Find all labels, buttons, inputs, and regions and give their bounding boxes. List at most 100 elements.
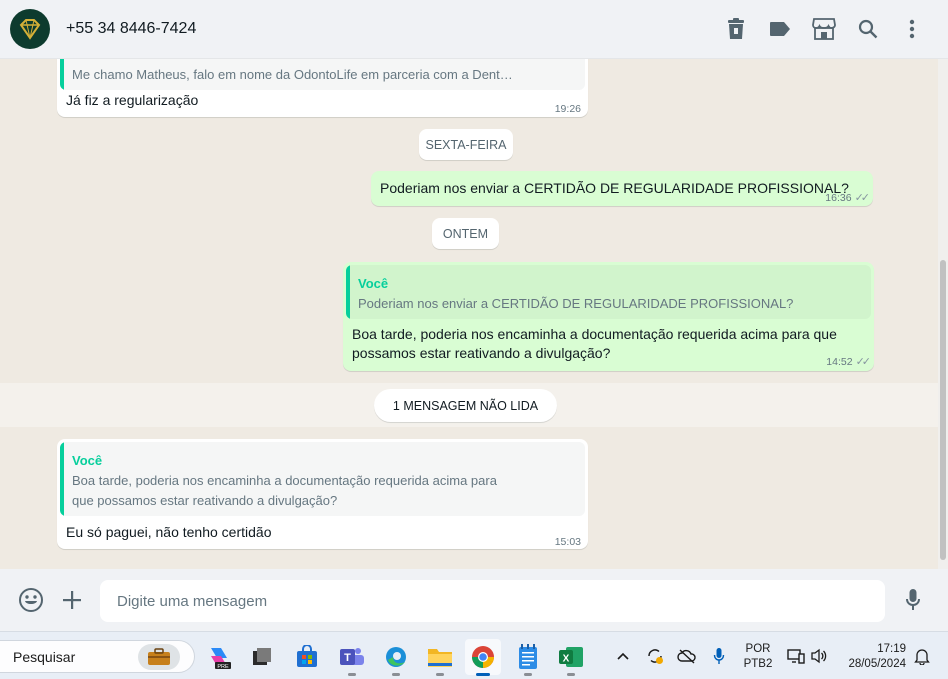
copilot-icon: PRE [211,648,231,670]
taskbar-excel[interactable]: X [553,639,589,676]
contact-name[interactable]: +55 34 8446-7424 [66,20,196,38]
quote-text-line1: Boa tarde, poderia nos encaminha a docum… [72,473,497,488]
taskbar-store[interactable] [289,639,325,675]
message-composer [0,569,948,631]
briefcase-icon [148,648,170,665]
message-text: Já fiz a regularização [66,92,199,108]
quote-author: Você [72,453,103,468]
clock-time: 17:19 [877,643,906,655]
trash-icon [728,18,744,39]
date-divider: SEXTA-FEIRA [419,129,513,160]
keyboard-language[interactable]: POR PTB2 [743,642,773,672]
search-button[interactable] [846,9,890,49]
edge-icon [386,647,406,667]
cloud-offline-icon[interactable] [677,646,697,666]
task-view-icon [253,648,271,665]
attach-button[interactable] [58,586,86,614]
keyboard-layout: PTB2 [743,658,773,670]
store-icon [812,18,836,40]
menu-icon [909,19,915,39]
message-time: 14:52 [826,356,853,368]
message-outgoing[interactable]: Você Poderiam nos enviar a CERTIDÃO DE R… [343,262,874,371]
message-time: 16:36 [825,192,852,204]
label-button[interactable] [758,9,802,49]
double-check-icon: ✓✓ [855,356,872,368]
svg-text:X: X [563,654,570,665]
quote-author: Você [358,276,389,291]
taskbar-search[interactable]: Pesquisar [0,640,195,673]
message-text: Poderiam nos enviar a CERTIDÃO DE REGULA… [380,180,849,196]
running-indicator [567,673,575,676]
taskbar-teams[interactable]: T [334,639,370,676]
delete-button[interactable] [714,9,758,49]
windows-taskbar: Pesquisar PRE T X POR PTB2 17:19 28/05/2… [0,631,948,679]
voice-message-button[interactable] [899,586,927,614]
message-time: 15:03 [554,536,581,548]
taskbar-notepad[interactable] [510,639,546,676]
message-outgoing[interactable]: Poderiam nos enviar a CERTIDÃO DE REGULA… [371,171,873,206]
message-text-line2: possamos estar reativando a divulgação? [352,345,611,361]
microphone-tray-icon[interactable] [709,646,729,666]
emoji-button[interactable] [17,586,45,614]
quoted-message[interactable]: Você Poderiam nos enviar a CERTIDÃO DE R… [346,265,871,319]
taskbar-copilot[interactable]: PRE [201,639,237,675]
menu-button[interactable] [890,9,934,49]
taskbar-task-view[interactable] [244,639,280,675]
message-text-line1: Boa tarde, poderia nos encaminha a docum… [352,326,837,342]
chat-scroll-thumb[interactable] [940,260,946,560]
header-actions [714,9,934,49]
microphone-icon [906,589,920,610]
active-indicator [476,673,490,676]
message-input[interactable] [100,580,885,622]
quote-accent-bar [60,59,64,90]
emoji-icon [19,588,43,612]
unread-messages-badge: 1 MENSAGEM NÃO LIDA [374,389,557,422]
running-indicator [436,673,444,676]
language-code: POR [745,643,771,655]
running-indicator [348,673,356,676]
notification-bell-icon[interactable] [912,646,932,666]
quote-text: Poderiam nos enviar a CERTIDÃO DE REGULA… [358,296,794,311]
quoted-message[interactable]: Você Boa tarde, poderia nos encaminha a … [60,442,585,516]
quote-text-line2: que possamos estar reativando a divulgaç… [72,493,338,508]
message-time: 19:26 [554,103,581,115]
tray-overflow-chevron-icon[interactable] [613,646,633,666]
message-text: Eu só paguei, não tenho certidão [66,524,272,540]
message-incoming[interactable]: Você Boa tarde, poderia nos encaminha a … [57,439,588,549]
quoted-message[interactable]: Me chamo Matheus, falo em nome da Odonto… [60,59,585,90]
teams-icon: T [340,648,364,665]
date-divider: ONTEM [432,218,499,249]
message-time-wrap: 16:36 ✓✓ [825,189,871,208]
double-check-icon: ✓✓ [854,192,871,204]
volume-icon[interactable] [809,646,829,666]
diamond-logo-icon [19,19,41,40]
message-incoming[interactable]: Me chamo Matheus, falo em nome da Odonto… [57,59,588,117]
message-list[interactable]: Me chamo Matheus, falo em nome da Odonto… [0,59,938,569]
taskbar-file-explorer[interactable] [422,639,458,676]
search-icon [858,19,878,39]
message-time-wrap: 14:52 ✓✓ [826,353,872,372]
chrome-icon [472,646,494,668]
running-indicator [392,673,400,676]
taskbar-edge[interactable] [378,639,414,676]
running-indicator [524,673,532,676]
plus-icon [63,591,81,609]
svg-text:T: T [344,652,351,664]
quote-accent-bar [346,265,350,319]
sync-icon[interactable] [645,646,665,666]
network-icon[interactable] [786,646,806,666]
search-highlight-image [138,644,180,670]
excel-icon: X [559,647,583,667]
store-bag-icon [297,645,317,667]
quote-accent-bar [60,442,64,516]
taskbar-clock[interactable]: 17:19 28/05/2024 [840,642,906,672]
catalog-button[interactable] [802,9,846,49]
svg-text:PRE: PRE [217,664,229,670]
quote-text: Me chamo Matheus, falo em nome da Odonto… [72,67,513,82]
folder-icon [428,649,452,667]
notepad-icon [519,644,537,669]
label-icon [770,22,790,36]
contact-avatar[interactable] [10,9,50,49]
taskbar-chrome[interactable] [465,639,501,676]
chat-header: +55 34 8446-7424 [0,0,948,59]
